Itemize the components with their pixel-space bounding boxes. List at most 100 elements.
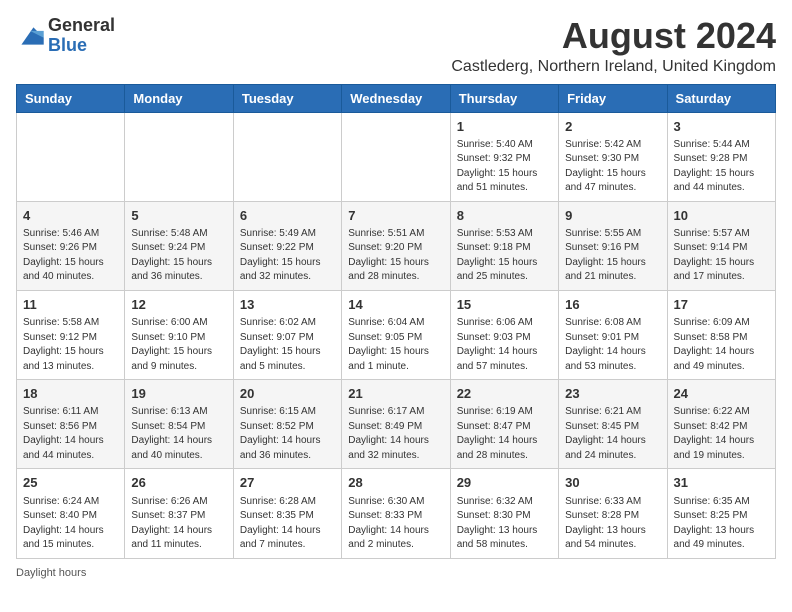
day-number: 14 xyxy=(348,296,443,314)
day-info: Sunrise: 6:09 AM Sunset: 8:58 PM Dayligh… xyxy=(674,316,769,374)
calendar-cell: 26 Sunrise: 6:26 AM Sunset: 8:37 PM Dayli… xyxy=(125,469,233,558)
day-number: 24 xyxy=(674,385,769,403)
day-number: 22 xyxy=(457,385,552,403)
calendar-cell: 6 Sunrise: 5:49 AM Sunset: 9:22 PM Daylig… xyxy=(233,201,341,290)
calendar-cell: 29 Sunrise: 6:32 AM Sunset: 8:30 PM Dayli… xyxy=(450,469,558,558)
day-info: Sunrise: 6:02 AM Sunset: 9:07 PM Dayligh… xyxy=(240,316,335,374)
day-number: 3 xyxy=(674,118,769,136)
calendar-cell: 13Sunrise: 6:02 AM Sunset: 9:07 PM Dayli… xyxy=(233,290,341,379)
calendar-cell: 28 Sunrise: 6:30 AM Sunset: 8:33 PM Dayli… xyxy=(342,469,450,558)
day-number: 5 xyxy=(131,207,226,225)
logo-blue: Blue xyxy=(48,36,115,56)
day-number: 26 xyxy=(131,474,226,492)
day-number: 15 xyxy=(457,296,552,314)
calendar-week-row: 4Sunrise: 5:46 AM Sunset: 9:26 PM Daylig… xyxy=(17,201,776,290)
day-number: 16 xyxy=(565,296,660,314)
day-info: Sunrise: 6:26 AM Sunset: 8:37 PM Dayligh… xyxy=(131,495,226,553)
calendar-cell: 18 Sunrise: 6:11 AM Sunset: 8:56 PM Dayli… xyxy=(17,380,125,469)
calendar-cell: 3 Sunrise: 5:44 AM Sunset: 9:28 PM Daylig… xyxy=(667,112,775,201)
day-info: Sunrise: 6:15 AM Sunset: 8:52 PM Dayligh… xyxy=(240,405,335,463)
day-info: Sunrise: 5:53 AM Sunset: 9:18 PM Dayligh… xyxy=(457,227,552,285)
day-info: Sunrise: 6:08 AM Sunset: 9:01 PM Dayligh… xyxy=(565,316,660,374)
day-info: Sunrise: 6:00 AM Sunset: 9:10 PM Dayligh… xyxy=(131,316,226,374)
day-info: Sunrise: 5:57 AM Sunset: 9:14 PM Dayligh… xyxy=(674,227,769,285)
calendar-cell xyxy=(125,112,233,201)
day-info: Sunrise: 5:42 AM Sunset: 9:30 PM Dayligh… xyxy=(565,138,660,196)
day-number: 4 xyxy=(23,207,118,225)
calendar-cell: 27Sunrise: 6:28 AM Sunset: 8:35 PM Dayli… xyxy=(233,469,341,558)
calendar-cell: 22 Sunrise: 6:19 AM Sunset: 8:47 PM Dayli… xyxy=(450,380,558,469)
day-number: 17 xyxy=(674,296,769,314)
calendar-body: 1Sunrise: 5:40 AM Sunset: 9:32 PM Daylig… xyxy=(17,112,776,558)
day-number: 28 xyxy=(348,474,443,492)
calendar-cell: 25Sunrise: 6:24 AM Sunset: 8:40 PM Dayli… xyxy=(17,469,125,558)
calendar-cell: 5 Sunrise: 5:48 AM Sunset: 9:24 PM Daylig… xyxy=(125,201,233,290)
day-info: Sunrise: 6:28 AM Sunset: 8:35 PM Dayligh… xyxy=(240,495,335,553)
day-number: 23 xyxy=(565,385,660,403)
day-number: 8 xyxy=(457,207,552,225)
day-number: 10 xyxy=(674,207,769,225)
calendar-cell: 7Sunrise: 5:51 AM Sunset: 9:20 PM Daylig… xyxy=(342,201,450,290)
day-info: Sunrise: 5:49 AM Sunset: 9:22 PM Dayligh… xyxy=(240,227,335,285)
day-number: 9 xyxy=(565,207,660,225)
day-info: Sunrise: 6:24 AM Sunset: 8:40 PM Dayligh… xyxy=(23,495,118,553)
day-info: Sunrise: 5:55 AM Sunset: 9:16 PM Dayligh… xyxy=(565,227,660,285)
weekday-header: Friday xyxy=(559,84,667,112)
weekday-header: Monday xyxy=(125,84,233,112)
weekday-header: Sunday xyxy=(17,84,125,112)
day-info: Sunrise: 5:51 AM Sunset: 9:20 PM Dayligh… xyxy=(348,227,443,285)
subtitle: Castlederg, Northern Ireland, United Kin… xyxy=(451,58,776,76)
day-info: Sunrise: 6:13 AM Sunset: 8:54 PM Dayligh… xyxy=(131,405,226,463)
weekday-header: Saturday xyxy=(667,84,775,112)
day-number: 29 xyxy=(457,474,552,492)
title-block: August 2024 Castlederg, Northern Ireland… xyxy=(451,16,776,76)
day-info: Sunrise: 6:35 AM Sunset: 8:25 PM Dayligh… xyxy=(674,495,769,553)
calendar-cell: 23 Sunrise: 6:21 AM Sunset: 8:45 PM Dayli… xyxy=(559,380,667,469)
day-number: 21 xyxy=(348,385,443,403)
weekday-header: Tuesday xyxy=(233,84,341,112)
calendar-cell: 16 Sunrise: 6:08 AM Sunset: 9:01 PM Dayli… xyxy=(559,290,667,379)
day-number: 31 xyxy=(674,474,769,492)
calendar-cell: 12Sunrise: 6:00 AM Sunset: 9:10 PM Dayli… xyxy=(125,290,233,379)
weekday-header-row: SundayMondayTuesdayWednesdayThursdayFrid… xyxy=(17,84,776,112)
day-number: 2 xyxy=(565,118,660,136)
calendar-cell: 24Sunrise: 6:22 AM Sunset: 8:42 PM Dayli… xyxy=(667,380,775,469)
calendar-cell: 9 Sunrise: 5:55 AM Sunset: 9:16 PM Daylig… xyxy=(559,201,667,290)
day-info: Sunrise: 5:48 AM Sunset: 9:24 PM Dayligh… xyxy=(131,227,226,285)
day-info: Sunrise: 6:21 AM Sunset: 8:45 PM Dayligh… xyxy=(565,405,660,463)
calendar-cell xyxy=(233,112,341,201)
day-info: Sunrise: 6:17 AM Sunset: 8:49 PM Dayligh… xyxy=(348,405,443,463)
calendar-cell: 1Sunrise: 5:40 AM Sunset: 9:32 PM Daylig… xyxy=(450,112,558,201)
day-info: Sunrise: 5:44 AM Sunset: 9:28 PM Dayligh… xyxy=(674,138,769,196)
calendar-cell: 2 Sunrise: 5:42 AM Sunset: 9:30 PM Daylig… xyxy=(559,112,667,201)
logo-icon xyxy=(16,24,44,48)
calendar-header: SundayMondayTuesdayWednesdayThursdayFrid… xyxy=(17,84,776,112)
logo: General Blue xyxy=(16,16,115,56)
calendar-cell: 11Sunrise: 5:58 AM Sunset: 9:12 PM Dayli… xyxy=(17,290,125,379)
day-number: 20 xyxy=(240,385,335,403)
weekday-header: Wednesday xyxy=(342,84,450,112)
day-info: Sunrise: 6:32 AM Sunset: 8:30 PM Dayligh… xyxy=(457,495,552,553)
calendar-week-row: 18 Sunrise: 6:11 AM Sunset: 8:56 PM Dayli… xyxy=(17,380,776,469)
calendar-cell xyxy=(17,112,125,201)
calendar-table: SundayMondayTuesdayWednesdayThursdayFrid… xyxy=(16,84,776,559)
footer-note: Daylight hours xyxy=(16,567,776,579)
day-info: Sunrise: 6:33 AM Sunset: 8:28 PM Dayligh… xyxy=(565,495,660,553)
day-info: Sunrise: 6:04 AM Sunset: 9:05 PM Dayligh… xyxy=(348,316,443,374)
calendar-week-row: 1Sunrise: 5:40 AM Sunset: 9:32 PM Daylig… xyxy=(17,112,776,201)
header: General Blue August 2024 Castlederg, Nor… xyxy=(16,16,776,76)
day-info: Sunrise: 6:19 AM Sunset: 8:47 PM Dayligh… xyxy=(457,405,552,463)
calendar-cell: 19 Sunrise: 6:13 AM Sunset: 8:54 PM Dayli… xyxy=(125,380,233,469)
day-number: 19 xyxy=(131,385,226,403)
calendar-cell: 8 Sunrise: 5:53 AM Sunset: 9:18 PM Daylig… xyxy=(450,201,558,290)
day-number: 18 xyxy=(23,385,118,403)
day-info: Sunrise: 5:58 AM Sunset: 9:12 PM Dayligh… xyxy=(23,316,118,374)
day-number: 1 xyxy=(457,118,552,136)
day-number: 6 xyxy=(240,207,335,225)
day-info: Sunrise: 6:30 AM Sunset: 8:33 PM Dayligh… xyxy=(348,495,443,553)
day-number: 30 xyxy=(565,474,660,492)
calendar-cell: 31 Sunrise: 6:35 AM Sunset: 8:25 PM Dayli… xyxy=(667,469,775,558)
calendar-cell: 14 Sunrise: 6:04 AM Sunset: 9:05 PM Dayli… xyxy=(342,290,450,379)
day-info: Sunrise: 6:11 AM Sunset: 8:56 PM Dayligh… xyxy=(23,405,118,463)
main-title: August 2024 xyxy=(451,16,776,56)
